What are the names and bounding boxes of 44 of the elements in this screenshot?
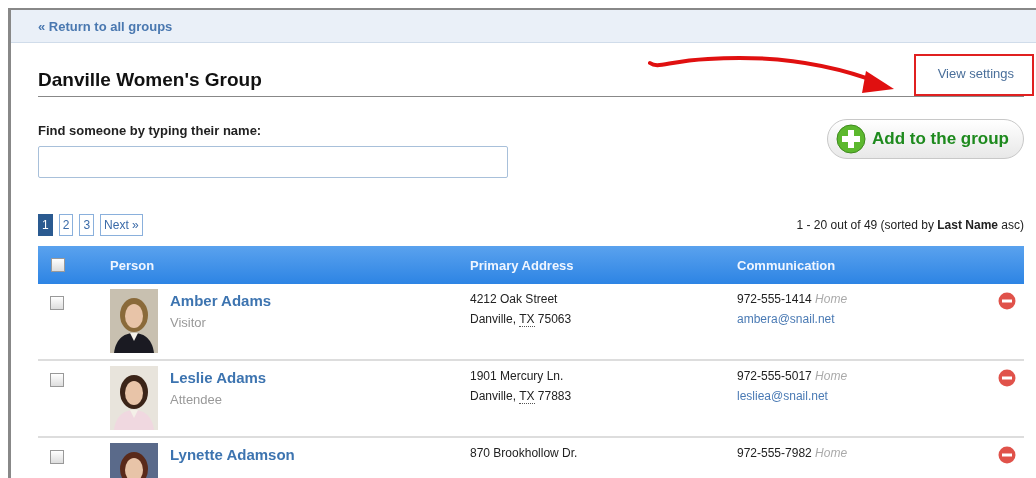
person-name-link[interactable]: Leslie Adams	[170, 369, 267, 386]
column-header: Communication	[737, 257, 836, 273]
add-to-group-button[interactable]: Add to the group	[827, 119, 1024, 159]
plus-icon	[836, 124, 867, 154]
phone-number: 972-555-1414	[737, 292, 812, 306]
back-link[interactable]: « Return to all groups	[38, 18, 173, 34]
remove-icon[interactable]	[998, 292, 1016, 310]
view-settings-link[interactable]: View settings	[937, 66, 1014, 81]
email-link[interactable]: lesliea@snail.net	[737, 389, 848, 403]
page-link[interactable]: 2	[58, 214, 74, 236]
state-abbreviation: TX	[519, 389, 535, 404]
street-address: 4212 Oak Street	[470, 292, 559, 306]
phone-number: 972-555-7982	[737, 446, 812, 460]
phone-type: Home	[815, 369, 848, 383]
group-title: Danville Women's Group	[38, 69, 262, 91]
column-header: Person	[110, 257, 155, 273]
person-role: Attendee	[170, 392, 224, 407]
search-label: Find someone by typing their name:	[38, 123, 263, 138]
phone-type: Home	[815, 292, 848, 306]
city-name: Danville,	[470, 312, 517, 326]
search-field[interactable]	[38, 146, 508, 178]
zip-code: 75063	[537, 312, 572, 326]
city-name: Danville,	[470, 389, 517, 403]
street-address: 1901 Mercury Ln.	[470, 369, 565, 383]
street-address: 870 Brookhollow Dr.	[470, 446, 578, 460]
page-link[interactable]: 3	[79, 214, 95, 236]
select-all-checkbox[interactable]	[51, 258, 65, 272]
column-header: Primary Address	[470, 257, 574, 273]
page-link[interactable]: Next »	[100, 214, 143, 236]
email-link[interactable]: ambera@snail.net	[737, 312, 848, 326]
row-checkbox[interactable]	[50, 296, 64, 310]
results-summary: 1 - 20 out of 49 (sorted by Last Name asc)	[796, 218, 1024, 232]
row-checkbox[interactable]	[50, 373, 64, 387]
state-abbreviation: TX	[519, 312, 535, 327]
phone-number: 972-555-5017	[737, 369, 812, 383]
zip-code: 77883	[537, 389, 572, 403]
phone-type: Home	[815, 446, 848, 460]
person-name-link[interactable]: Lynette Adamson	[170, 446, 295, 463]
remove-icon[interactable]	[998, 369, 1016, 387]
page-link[interactable]: 1	[38, 214, 53, 236]
remove-icon[interactable]	[998, 446, 1016, 464]
person-role: Visitor	[170, 315, 207, 330]
row-checkbox[interactable]	[50, 450, 64, 464]
person-name-link[interactable]: Amber Adams	[170, 292, 272, 309]
